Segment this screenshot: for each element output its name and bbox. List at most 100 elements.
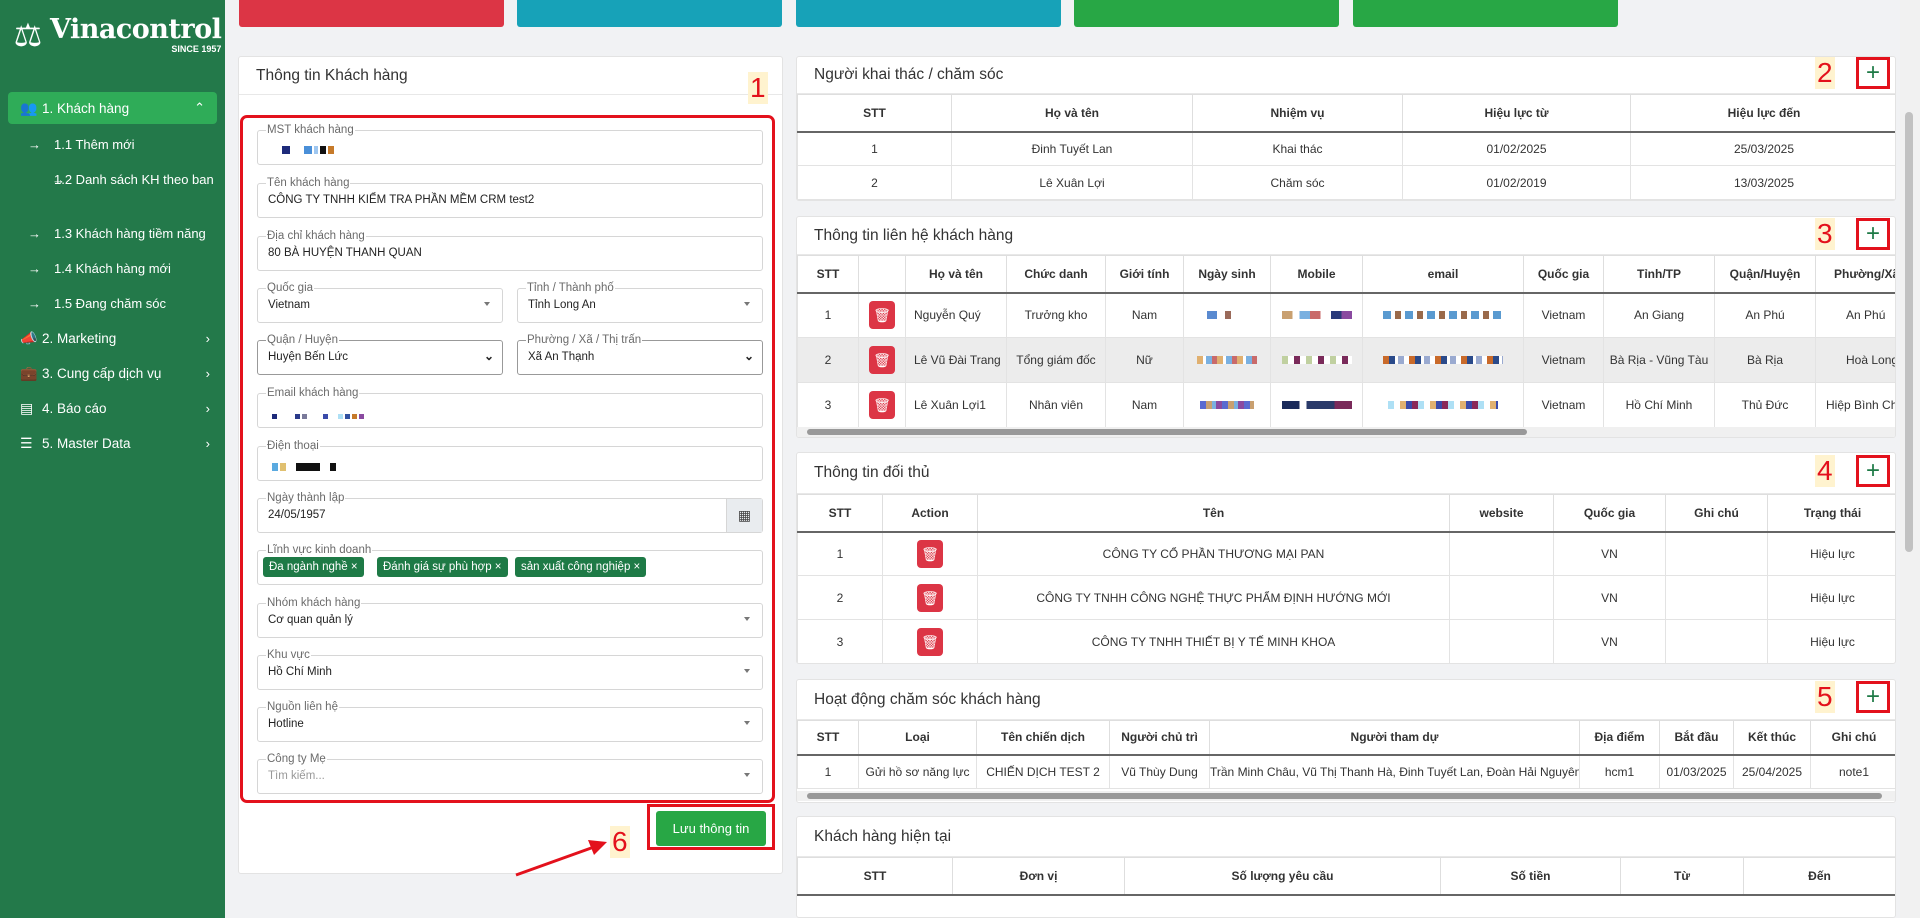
phone-field[interactable]: Điện thoại: [257, 440, 763, 481]
field-label: Ngày thành lập: [266, 492, 346, 504]
trash-icon[interactable]: 🗑: [869, 301, 895, 330]
calendar-icon[interactable]: ▦: [726, 499, 762, 532]
table-row[interactable]: 1 Đinh Tuyết Lan Khai thác 01/02/2025 25…: [797, 131, 1895, 166]
table-row[interactable]: 3 🗑 CÔNG TY TNHH THIẾT BỊ Y TẾ MINH KHOA…: [797, 619, 1895, 663]
column-header: Ghi chú: [1810, 720, 1895, 756]
customer-info-title: Thông tin Khách hàng: [239, 57, 782, 95]
sidebar-item-label: 4. Báo cáo: [42, 401, 107, 416]
scrollbar-thumb[interactable]: [1905, 112, 1913, 552]
business-tag[interactable]: Đa ngành nghề ×: [263, 557, 364, 577]
email-field[interactable]: Email khách hàng: [257, 387, 763, 428]
caret-down-icon: [484, 302, 490, 306]
sidebar-item-services[interactable]: 💼 3. Cung cấp dịch vụ ›: [0, 356, 225, 391]
column-header: Quốc gia: [1553, 494, 1666, 533]
brand-logo[interactable]: ⚖ Vinacontrol SINCE 1957: [0, 0, 225, 70]
table-cell: Nữ: [1105, 337, 1184, 383]
field-value: Vietnam: [268, 299, 310, 311]
sidebar-subitem-label: 1.5 Đang chăm sóc: [54, 296, 167, 311]
sidebar-subitem-list[interactable]: →1.2 Danh sách KH theo ban: [0, 162, 225, 216]
contact-source-select[interactable]: Nguồn liên hệ Hotline: [257, 701, 763, 742]
top-button-4[interactable]: [1074, 0, 1339, 27]
sidebar-subitem-new[interactable]: → 1.4 Khách hàng mới: [0, 251, 225, 286]
save-button[interactable]: Lưu thông tin: [656, 811, 766, 846]
tax-code-field[interactable]: MST khách hàng: [257, 124, 763, 165]
sidebar-subitem-label: 1.2 Danh sách KH theo ban: [54, 172, 214, 187]
sidebar-subitem-potential[interactable]: → 1.3 Khách hàng tiềm năng: [0, 216, 225, 251]
add-caretaker-button[interactable]: +: [1856, 57, 1890, 89]
annotation-arrow: [515, 840, 607, 877]
customer-address-field[interactable]: Địa chỉ khách hàng 80 BÀ HUYỆN THANH QUA…: [257, 230, 763, 271]
sidebar-item-customers[interactable]: 👥 1. Khách hàng ⌃: [8, 92, 217, 124]
province-select[interactable]: Tỉnh / Thành phố Tỉnh Long An: [517, 282, 763, 323]
table-row[interactable]: 2 Lê Xuân Lợi Chăm sóc 01/02/2019 13/03/…: [797, 165, 1895, 200]
caret-down-icon: [744, 773, 750, 777]
redacted-value: [282, 146, 334, 154]
table-cell: Vietnam: [1523, 292, 1604, 338]
sidebar-subitem-add[interactable]: → 1.1 Thêm mới: [0, 127, 225, 162]
trash-icon[interactable]: 🗑: [869, 391, 895, 419]
chevron-down-icon: ⌄: [483, 349, 494, 363]
table-row[interactable]: 1 Gửi hồ sơ năng lực CHIẾN DỊCH TEST 2 V…: [797, 754, 1895, 789]
table-cell: 1: [797, 531, 883, 576]
arrow-right-icon: →: [28, 137, 41, 152]
table-cell: Khai thác: [1192, 131, 1403, 166]
scrollbar-thumb[interactable]: [807, 429, 1527, 435]
business-tag[interactable]: Đánh giá sự phù hợp ×: [377, 557, 508, 577]
table-cell: CHIẾN DỊCH TEST 2: [976, 754, 1110, 789]
country-select[interactable]: Quốc gia Vietnam: [257, 282, 503, 323]
add-contact-button[interactable]: +: [1856, 218, 1890, 250]
scrollbar-thumb[interactable]: [807, 793, 1882, 799]
column-header: Đơn vị: [952, 857, 1125, 896]
founded-date-field[interactable]: Ngày thành lập 24/05/1957 ▦: [257, 492, 763, 533]
region-select[interactable]: Khu vực Hồ Chí Minh: [257, 649, 763, 690]
table-row[interactable]: 1 🗑 Nguyễn Quý Trưởng kho Nam Vietnam An…: [797, 292, 1895, 338]
parent-company-select[interactable]: Công ty Mẹ Tìm kiếm...: [257, 753, 763, 794]
bullhorn-icon: 📣: [20, 330, 38, 346]
column-header: [858, 255, 906, 294]
page-scrollbar[interactable]: [1900, 0, 1920, 918]
chevron-down-icon: ⌄: [743, 349, 754, 363]
customer-group-select[interactable]: Nhóm khách hàng Cơ quan quản lý: [257, 597, 763, 638]
sidebar-item-reports[interactable]: ▤ 4. Báo cáo ›: [0, 391, 225, 426]
column-header: STT: [797, 94, 952, 133]
top-button-5[interactable]: [1353, 0, 1618, 27]
caret-down-icon: [744, 617, 750, 621]
field-value: 24/05/1957: [268, 509, 326, 521]
district-select[interactable]: Quận / Huyện Huyện Bến Lức ⌄: [257, 334, 503, 375]
trash-icon[interactable]: 🗑: [869, 346, 895, 374]
add-competitor-button[interactable]: +: [1856, 455, 1890, 487]
horizontal-scrollbar[interactable]: [797, 427, 1895, 437]
contacts-card: Thông tin liên hệ khách hàng STT Họ và t…: [796, 216, 1896, 438]
customer-name-field[interactable]: Tên khách hàng CÔNG TY TNHH KIỂM TRA PHẦ…: [257, 177, 763, 218]
sidebar-subitem-caring[interactable]: → 1.5 Đang chăm sóc: [0, 286, 225, 321]
add-activity-button[interactable]: +: [1856, 681, 1890, 713]
contacts-table: STT Họ và tên Chức danh Giới tính Ngày s…: [797, 255, 1895, 428]
horizontal-scrollbar[interactable]: [797, 791, 1895, 801]
ward-select[interactable]: Phường / Xã / Thị trấn Xã An Thạnh ⌄: [517, 334, 763, 375]
business-field-select[interactable]: Lĩnh vực kinh doanh Đa ngành nghề × Đánh…: [257, 544, 763, 585]
current-customers-card: Khách hàng hiện tại STT Đơn vị Số lượng …: [796, 816, 1896, 918]
trash-icon[interactable]: 🗑: [917, 539, 943, 568]
column-header: Số tiền: [1440, 857, 1621, 896]
redacted-cell: [1362, 292, 1524, 338]
table-row[interactable]: 1 🗑 CÔNG TY CỔ PHẦN THƯƠNG MẠI PAN VN Hi…: [797, 531, 1895, 576]
arrow-right-icon: →: [28, 226, 41, 241]
table-row[interactable]: 2 🗑 Lê Vũ Đài Trang Tổng giám đốc Nữ Vie…: [797, 337, 1895, 383]
table-cell: An Phú: [1714, 292, 1816, 338]
redacted-cell: [1183, 337, 1271, 383]
table-row[interactable]: 3 🗑 Lê Xuân Lợi1 Nhân viên Nam Vietnam H…: [797, 382, 1895, 428]
top-button-2[interactable]: [517, 0, 782, 27]
table-row[interactable]: 2 🗑 CÔNG TY TNHH CÔNG NGHỆ THỰC PHẨM ĐỊN…: [797, 575, 1895, 620]
column-header: Hiệu lực từ: [1402, 94, 1631, 133]
top-button-3[interactable]: [796, 0, 1061, 27]
trash-icon[interactable]: 🗑: [917, 583, 943, 612]
sidebar-item-master-data[interactable]: ☰ 5. Master Data ›: [0, 426, 225, 461]
table-cell: Nguyễn Quý: [905, 292, 1007, 338]
trash-icon[interactable]: 🗑: [917, 627, 943, 656]
top-button-1[interactable]: [239, 0, 504, 27]
column-header: Tên chiến dịch: [976, 720, 1110, 756]
sidebar-item-marketing[interactable]: 📣 2. Marketing ›: [0, 321, 225, 356]
table-cell: Nam: [1105, 382, 1184, 428]
arrow-right-icon: →: [28, 261, 41, 276]
business-tag[interactable]: sản xuất công nghiệp ×: [515, 557, 647, 577]
